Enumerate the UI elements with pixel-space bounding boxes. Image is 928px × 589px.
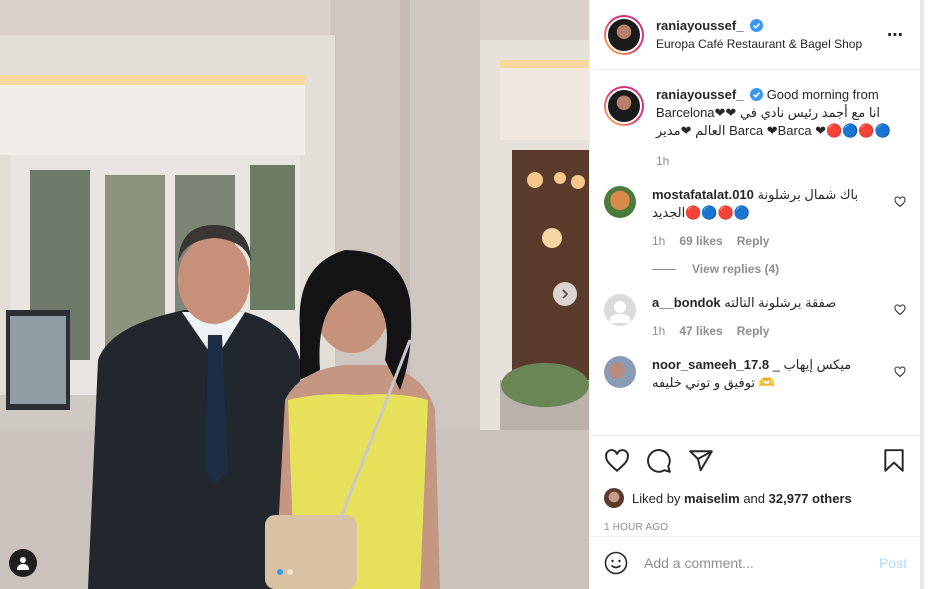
comment-likes[interactable]: 69 likes bbox=[679, 234, 722, 248]
photo-scene bbox=[0, 0, 589, 589]
post-header: raniayoussef_ Europa Café Restaurant & B… bbox=[590, 0, 920, 70]
comment-icon[interactable] bbox=[646, 448, 672, 474]
liked-by-and: and bbox=[743, 490, 766, 506]
comment-avatar[interactable] bbox=[604, 294, 636, 326]
bookmark-icon[interactable] bbox=[881, 448, 907, 474]
reply-button[interactable]: Reply bbox=[737, 324, 770, 338]
comment-item: a__bondok صفقة برشلونة التالته 1h 47 lik… bbox=[604, 294, 906, 338]
carousel-dot-active bbox=[277, 569, 283, 575]
liked-by-prefix: Liked by bbox=[632, 490, 681, 506]
post-caption: raniayoussef_ Good morning from Barcelon… bbox=[604, 86, 906, 168]
post-timestamp[interactable]: 1 HOUR AGO bbox=[604, 522, 907, 533]
comment-username[interactable]: a__bondok bbox=[652, 295, 721, 310]
comment-username[interactable]: noor_sameeh_17.8 bbox=[652, 357, 769, 372]
post-comment-button[interactable]: Post bbox=[879, 555, 907, 571]
likes-summary: Liked by maiselim and 32,977 others bbox=[604, 488, 907, 508]
comment-like-heart-icon[interactable] bbox=[894, 304, 906, 316]
post-sidebar: raniayoussef_ Europa Café Restaurant & B… bbox=[589, 0, 924, 589]
more-options-icon[interactable]: ⋯ bbox=[887, 25, 904, 45]
user-tag-icon bbox=[17, 557, 29, 570]
comment-text: صفقة برشلونة التالته bbox=[724, 295, 837, 310]
comment-time[interactable]: 1h bbox=[652, 324, 665, 338]
post-location[interactable]: Europa Café Restaurant & Bagel Shop bbox=[656, 37, 887, 51]
heart-icon[interactable] bbox=[604, 448, 630, 474]
post-photo[interactable] bbox=[0, 0, 589, 589]
comment-input[interactable] bbox=[644, 555, 879, 571]
author-avatar[interactable] bbox=[604, 14, 644, 55]
comment-item: mostafatalat.010 باك شمال برشلونة الجديد… bbox=[604, 186, 906, 248]
verified-badge-icon bbox=[750, 19, 764, 32]
caption-username[interactable]: raniayoussef_ bbox=[656, 87, 743, 102]
verified-badge-icon bbox=[750, 88, 764, 101]
comment-avatar[interactable] bbox=[604, 356, 636, 388]
comment-avatar[interactable] bbox=[604, 186, 636, 218]
post-actions: Liked by maiselim and 32,977 others 1 HO… bbox=[590, 435, 921, 533]
comment-likes[interactable]: 47 likes bbox=[679, 324, 722, 338]
comment-time[interactable]: 1h bbox=[652, 234, 665, 248]
carousel-next-icon bbox=[562, 289, 569, 299]
comment-username[interactable]: mostafatalat.010 bbox=[652, 187, 754, 202]
liker-avatar[interactable] bbox=[604, 488, 624, 508]
caption-avatar[interactable] bbox=[604, 86, 644, 126]
view-replies-button[interactable]: View replies (4) bbox=[652, 262, 906, 276]
author-username[interactable]: raniayoussef_ bbox=[656, 18, 743, 33]
add-comment-bar: Post bbox=[590, 536, 921, 589]
view-replies-label: View replies (4) bbox=[692, 262, 780, 276]
liker-username[interactable]: maiselim bbox=[684, 491, 740, 506]
likes-count-link[interactable]: 32,977 others bbox=[769, 491, 852, 506]
share-icon[interactable] bbox=[688, 448, 714, 474]
user-tag-button[interactable] bbox=[9, 549, 37, 577]
carousel-dot bbox=[287, 569, 293, 575]
instagram-post: raniayoussef_ Europa Café Restaurant & B… bbox=[0, 0, 928, 589]
comment-like-heart-icon[interactable] bbox=[894, 196, 906, 208]
comments-list: raniayoussef_ Good morning from Barcelon… bbox=[590, 70, 920, 435]
comment-item: noor_sameeh_17.8 ميكس إيهاب _ توفيق و تو… bbox=[604, 356, 906, 392]
emoji-icon[interactable] bbox=[604, 551, 628, 575]
reply-button[interactable]: Reply bbox=[737, 234, 770, 248]
carousel-indicator bbox=[277, 569, 293, 575]
caption-time[interactable]: 1h bbox=[656, 154, 906, 168]
carousel-next-button[interactable] bbox=[553, 282, 577, 306]
comment-like-heart-icon[interactable] bbox=[894, 366, 906, 378]
